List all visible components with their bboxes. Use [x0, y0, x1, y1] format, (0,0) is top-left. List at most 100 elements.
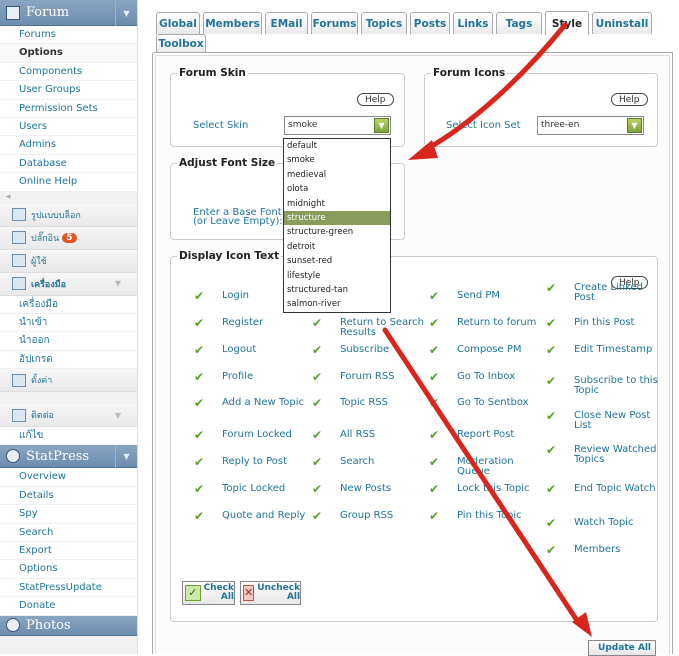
checkmark-icon[interactable]: ✔ [429, 429, 439, 441]
sidebar-item-statpressupdate[interactable]: StatPressUpdate [0, 579, 137, 598]
tab-links[interactable]: Links [453, 12, 493, 34]
sidebar-item-import[interactable]: นำเข้า [0, 314, 137, 333]
sidebar-item-components[interactable]: Components [0, 63, 137, 82]
checkmark-icon[interactable]: ✔ [546, 444, 556, 456]
checkmark-icon[interactable]: ✔ [312, 317, 322, 329]
sidebar-item-tools-main[interactable]: เครื่องมือ [0, 296, 137, 314]
checkmark-icon[interactable]: ✔ [429, 397, 439, 409]
skin-option[interactable]: default [284, 139, 390, 153]
dropdown-arrow-icon[interactable]: ▼ [627, 118, 642, 133]
sidebar-item-upgrade[interactable]: อัปเกรด [0, 351, 137, 370]
forum-skin-help-button[interactable]: Help [357, 93, 394, 106]
sidebar-item-options[interactable]: Options [0, 44, 137, 63]
chevron-down-icon[interactable]: ▼ [115, 0, 137, 26]
checkmark-icon[interactable]: ✔ [546, 317, 556, 329]
sidebar-item-users-menu[interactable]: ผู้ใช้ [0, 249, 137, 273]
checkmark-icon[interactable]: ✔ [429, 344, 439, 356]
skin-option[interactable]: structure [284, 210, 390, 226]
sidebar-item-spy[interactable]: Spy [0, 505, 137, 524]
checkmark-icon[interactable]: ✔ [312, 397, 322, 409]
sidebar-item-statpress-options[interactable]: Options [0, 560, 137, 579]
checkmark-icon[interactable]: ✔ [194, 456, 204, 468]
skin-option[interactable]: detroit [284, 240, 390, 254]
icon-set-select[interactable]: three-en ▼ [537, 116, 644, 135]
chevron-down-icon[interactable]: ▼ [115, 445, 137, 469]
statpress-menu-header[interactable]: StatPress ▼ [0, 445, 137, 469]
sidebar-item-forums[interactable]: Forums [0, 26, 137, 45]
check-all-button[interactable]: ✓ Check All [182, 581, 235, 605]
checkmark-icon[interactable]: ✔ [429, 483, 439, 495]
checkmark-icon[interactable]: ✔ [194, 290, 204, 302]
checkmark-icon[interactable]: ✔ [546, 282, 556, 294]
checkmark-icon[interactable]: ✔ [312, 344, 322, 356]
tab-uninstall[interactable]: Uninstall [592, 12, 652, 34]
skin-option[interactable]: structure-green [284, 225, 390, 239]
sidebar-item-admins[interactable]: Admins [0, 136, 137, 155]
forum-menu-header[interactable]: Forum ▼ [0, 0, 137, 26]
sidebar-item-overview[interactable]: Overview [0, 468, 137, 487]
sidebar-item-permission-sets[interactable]: Permission Sets [0, 100, 137, 118]
tab-posts[interactable]: Posts [410, 12, 450, 34]
sidebar-item-user-groups[interactable]: User Groups [0, 81, 137, 100]
sidebar-item-edit[interactable]: แก้ไข [0, 427, 137, 446]
checkmark-icon[interactable]: ✔ [312, 371, 322, 383]
skin-select[interactable]: smoke ▼ [284, 116, 391, 135]
tab-toolbox[interactable]: Toolbox [156, 34, 206, 53]
sidebar-item-plugins[interactable]: ปลั๊กอิน 5 [0, 226, 137, 250]
tab-topics[interactable]: Topics [361, 12, 407, 34]
checkmark-icon[interactable]: ✔ [429, 456, 439, 468]
skin-option[interactable]: midnight [284, 197, 390, 211]
tab-forums[interactable]: Forums [311, 12, 358, 34]
checkmark-icon[interactable]: ✔ [312, 429, 322, 441]
tab-style[interactable]: Style [545, 11, 589, 35]
sidebar-item-users[interactable]: Users [0, 118, 137, 137]
checkmark-icon[interactable]: ✔ [546, 375, 556, 387]
skin-option[interactable]: lifestyle [284, 269, 390, 283]
tab-tags[interactable]: Tags [496, 12, 542, 34]
sidebar-item-export-stats[interactable]: Export [0, 542, 137, 561]
sidebar-item-tools[interactable]: เครื่องมือ ▼ [0, 272, 137, 296]
checkmark-icon[interactable]: ✔ [194, 397, 204, 409]
checkmark-icon[interactable]: ✔ [429, 290, 439, 302]
dropdown-arrow-icon[interactable]: ▼ [374, 118, 389, 133]
checkmark-icon[interactable]: ✔ [312, 483, 322, 495]
checkmark-icon[interactable]: ✔ [546, 483, 556, 495]
skin-option[interactable]: salmon-river [284, 297, 390, 311]
checkmark-icon[interactable]: ✔ [546, 344, 556, 356]
checkmark-icon[interactable]: ✔ [312, 510, 322, 522]
checkmark-icon[interactable]: ✔ [194, 429, 204, 441]
chevron-down-icon[interactable]: ▼ [115, 279, 121, 288]
skin-option[interactable]: medieval [284, 168, 390, 182]
checkmark-icon[interactable]: ✔ [429, 371, 439, 383]
checkmark-icon[interactable]: ✔ [194, 371, 204, 383]
sidebar-item-search[interactable]: Search [0, 524, 137, 543]
tab-global[interactable]: Global [156, 12, 200, 34]
sidebar-item-appearance[interactable]: รูปแบบบล็อก [0, 203, 137, 227]
checkmark-icon[interactable]: ✔ [194, 344, 204, 356]
chevron-down-icon[interactable]: ▼ [115, 411, 121, 420]
skin-dropdown-list[interactable]: default smoke medieval olota midnight structu… [283, 138, 391, 313]
forum-icons-help-button[interactable]: Help [611, 93, 648, 106]
checkmark-icon[interactable]: ✔ [194, 483, 204, 495]
checkmark-icon[interactable]: ✔ [429, 317, 439, 329]
sidebar-item-database[interactable]: Database [0, 155, 137, 174]
checkmark-icon[interactable]: ✔ [312, 456, 322, 468]
sidebar-item-contact[interactable]: ติดต่อ ▼ [0, 404, 137, 428]
skin-option[interactable]: structured-tan [284, 283, 390, 297]
skin-option[interactable]: sunset-red [284, 254, 390, 268]
checkmark-icon[interactable]: ✔ [546, 410, 556, 422]
sidebar-item-export[interactable]: นำออก [0, 332, 137, 351]
skin-option[interactable]: olota [284, 182, 390, 196]
checkmark-icon[interactable]: ✔ [546, 544, 556, 556]
sidebar-item-online-help[interactable]: Online Help [0, 173, 137, 192]
tab-email[interactable]: EMail [265, 12, 308, 34]
sidebar-item-donate[interactable]: Donate [0, 597, 137, 616]
tab-members[interactable]: Members [203, 12, 262, 34]
checkmark-icon[interactable]: ✔ [194, 510, 204, 522]
sidebar-item-details[interactable]: Details [0, 487, 137, 506]
checkmark-icon[interactable]: ✔ [546, 517, 556, 529]
skin-option[interactable]: smoke [284, 153, 390, 167]
checkmark-icon[interactable]: ✔ [194, 317, 204, 329]
checkmark-icon[interactable]: ✔ [429, 510, 439, 522]
photos-menu-header[interactable]: Photos [0, 615, 137, 636]
